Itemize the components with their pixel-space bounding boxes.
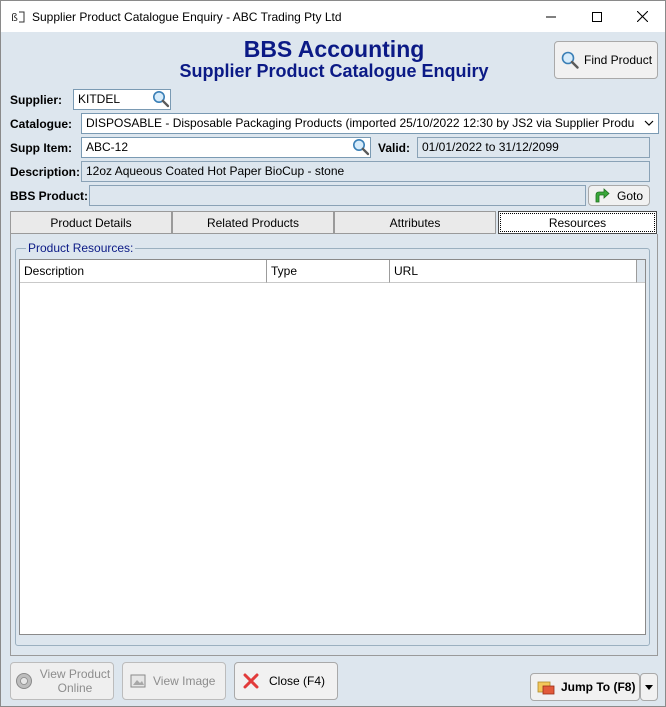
image-icon (130, 674, 146, 688)
column-header-description[interactable]: Description (20, 260, 267, 283)
column-header-label: URL (394, 264, 419, 278)
description-value: 12oz Aqueous Coated Hot Paper BioCup - s… (86, 164, 345, 178)
tab-product-details[interactable]: Product Details (10, 211, 172, 234)
minimize-button[interactable] (528, 1, 574, 32)
web-globe-icon (16, 673, 32, 689)
column-header-url[interactable]: URL (390, 260, 637, 283)
jump-to-button[interactable]: Jump To (F8) (530, 673, 640, 701)
jump-to-label: Jump To (F8) (561, 680, 636, 694)
green-arrow-icon (595, 188, 610, 203)
bbs-product-label: BBS Product: (10, 189, 88, 203)
column-header-label: Description (24, 264, 85, 278)
view-online-line1: View Product (39, 667, 111, 681)
jump-folder-icon (537, 681, 555, 695)
magnifier-icon (561, 51, 579, 69)
resources-panel: Product Resources: Description Type URL (10, 234, 658, 656)
product-resources-label: Product Resources: (26, 241, 136, 255)
supp-item-label: Supp Item: (10, 141, 72, 155)
column-header-type[interactable]: Type (266, 260, 391, 283)
close-label: Close (F4) (269, 674, 326, 688)
description-label: Description: (10, 165, 81, 179)
tab-related-products[interactable]: Related Products (172, 211, 334, 234)
valid-range-field: 01/01/2022 to 31/12/2099 (417, 137, 650, 158)
supplier-lookup-icon[interactable] (152, 90, 170, 108)
window-title: Supplier Product Catalogue Enquiry - ABC… (32, 9, 342, 24)
view-image-label: View Image (153, 674, 216, 688)
tab-strip: Product Details Related Products Attribu… (10, 211, 658, 234)
triangle-down-icon (645, 684, 653, 690)
column-header-label: Type (270, 264, 297, 278)
find-product-label: Find Product (584, 53, 653, 67)
red-x-icon (243, 673, 259, 689)
tab-label: Attributes (389, 215, 441, 230)
tab-label: Product Details (50, 215, 132, 230)
tab-label: Resources (548, 215, 607, 230)
view-image-button[interactable]: View Image (122, 662, 226, 700)
maximize-button[interactable] (574, 1, 620, 32)
valid-value: 01/01/2022 to 31/12/2099 (422, 140, 559, 154)
jump-to-dropdown-button[interactable] (640, 673, 658, 701)
svg-text:ß: ß (11, 11, 18, 24)
tab-label: Related Products (206, 215, 300, 230)
supp-item-field[interactable]: ABC-12 (81, 137, 371, 158)
column-header-filler (637, 260, 645, 283)
description-field: 12oz Aqueous Coated Hot Paper BioCup - s… (81, 161, 650, 182)
title-bar: ß Supplier Product Catalogue Enquiry - A… (1, 1, 665, 32)
catalogue-select[interactable]: DISPOSABLE - Disposable Packaging Produc… (81, 113, 659, 134)
catalogue-label: Catalogue: (10, 117, 73, 131)
view-online-line2: Online (57, 681, 93, 695)
tab-attributes[interactable]: Attributes (334, 211, 496, 234)
app-logo-icon: ß (11, 11, 25, 24)
supplier-label: Supplier: (10, 93, 63, 107)
supplier-value: KITDEL (78, 92, 121, 106)
valid-label: Valid: (378, 141, 411, 155)
find-product-button[interactable]: Find Product (554, 41, 658, 79)
tab-resources[interactable]: Resources (498, 211, 657, 234)
supp-item-lookup-icon[interactable] (352, 138, 370, 156)
close-window-button[interactable] (619, 1, 665, 32)
catalogue-value: DISPOSABLE - Disposable Packaging Produc… (86, 116, 635, 130)
app-window: ß Supplier Product Catalogue Enquiry - A… (0, 0, 666, 707)
product-resources-group: Product Resources: Description Type URL (15, 241, 650, 646)
goto-label: Goto (617, 188, 644, 203)
resources-grid[interactable]: Description Type URL (19, 259, 646, 635)
bbs-product-field (89, 185, 586, 206)
chevron-down-icon[interactable] (644, 120, 654, 127)
grid-header: Description Type URL (20, 260, 645, 283)
bottom-action-bar: View Product Online View Image Close (F4… (1, 657, 665, 707)
close-icon (636, 11, 648, 22)
goto-button[interactable]: Goto (588, 185, 650, 206)
supp-item-value: ABC-12 (86, 140, 129, 154)
minimize-icon (546, 16, 556, 17)
maximize-icon (592, 11, 602, 22)
close-button[interactable]: Close (F4) (234, 662, 338, 700)
view-product-online-button[interactable]: View Product Online (10, 662, 114, 700)
